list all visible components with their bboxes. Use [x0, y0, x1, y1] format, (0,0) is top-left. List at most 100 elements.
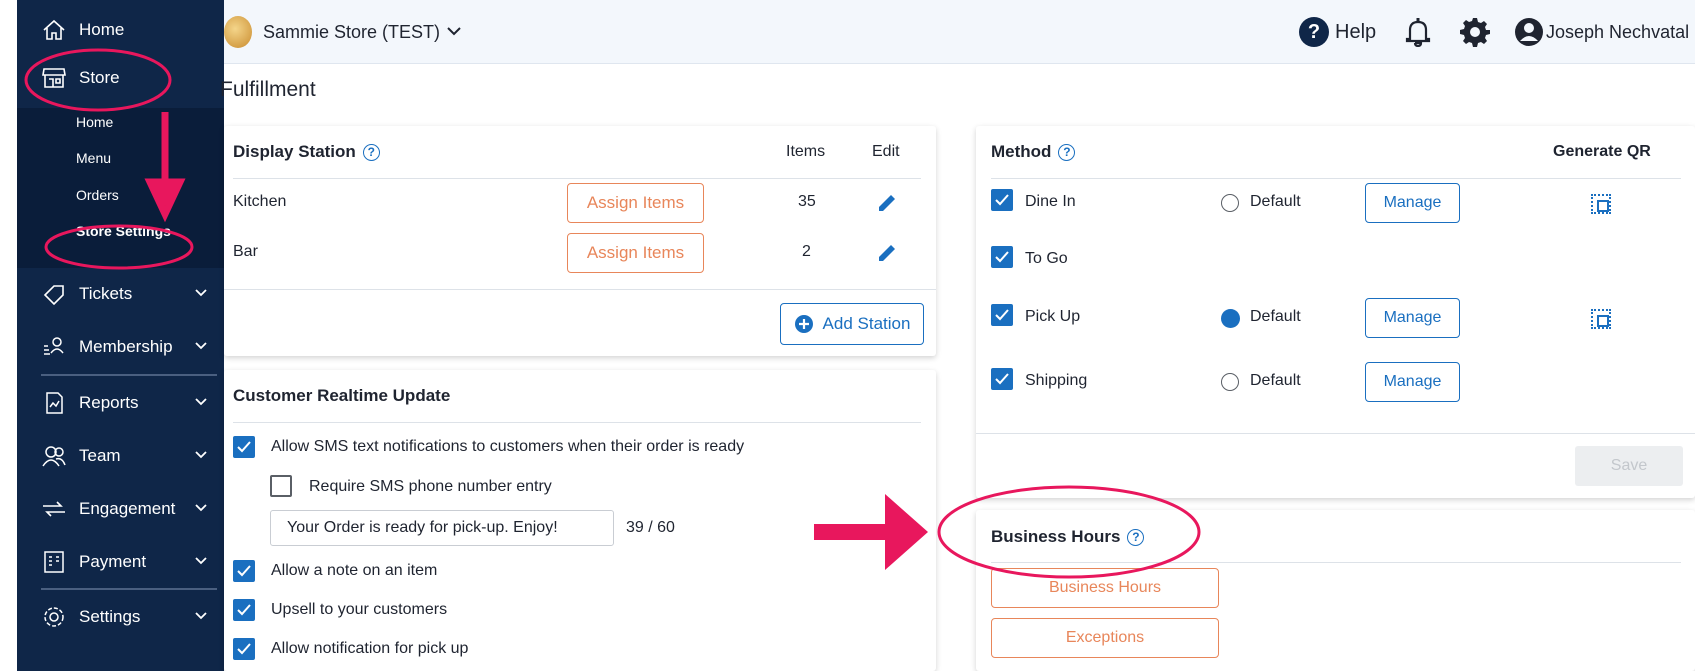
sidebar-item-store[interactable]: Store [17, 54, 224, 102]
require-sms-checkbox[interactable] [270, 475, 292, 497]
sidebar-item-label: Settings [79, 607, 141, 626]
sidebar: Home Store Home Menu Orders Store Settin… [17, 0, 224, 671]
help-button[interactable]: ? Help [1299, 17, 1376, 47]
column-header-items: Items [786, 143, 826, 160]
sidebar-item-label: Engagement [79, 499, 176, 518]
divider [976, 433, 1695, 434]
station-name: Bar [233, 243, 258, 260]
sms-message-field[interactable]: Your Order is ready for pick-up. Enjoy! [270, 510, 614, 546]
sidebar-item-label: Reports [79, 393, 139, 412]
divider [991, 178, 1681, 179]
pick-up-checkbox[interactable] [991, 304, 1013, 326]
qr-code-icon[interactable] [1591, 309, 1611, 329]
user-menu[interactable]: Joseph Nechvatal [1514, 17, 1689, 47]
card-title-text: Business Hours [991, 527, 1121, 546]
sms-checkbox[interactable] [233, 436, 255, 458]
upsell-label: Upsell to your customers [271, 601, 448, 618]
default-radio[interactable] [1221, 373, 1239, 391]
check-icon [237, 441, 251, 453]
engagement-icon [41, 497, 67, 521]
submenu-item-home[interactable]: Home [76, 114, 113, 130]
store-logo [224, 16, 252, 48]
manage-button[interactable]: Manage [1365, 183, 1460, 223]
qr-code-icon[interactable] [1591, 194, 1611, 214]
gear-icon [41, 605, 67, 629]
divider [991, 562, 1681, 563]
add-station-button[interactable]: Add Station [780, 303, 924, 345]
check-icon [995, 373, 1009, 385]
help-icon: ? [1299, 17, 1329, 47]
shipping-checkbox[interactable] [991, 368, 1013, 390]
sidebar-divider [41, 374, 217, 376]
sidebar-item-membership[interactable]: Membership [17, 323, 224, 371]
home-icon [41, 18, 67, 42]
check-icon [995, 194, 1009, 206]
upsell-checkbox[interactable] [233, 599, 255, 621]
submenu-item-menu[interactable]: Menu [76, 150, 111, 166]
pencil-icon[interactable] [876, 242, 898, 264]
method-name: To Go [1025, 250, 1068, 267]
to-go-checkbox[interactable] [991, 246, 1013, 268]
business-hours-title: Business Hours ? [991, 527, 1145, 547]
ticket-icon [41, 282, 67, 306]
manage-button[interactable]: Manage [1365, 298, 1460, 338]
sidebar-item-engagement[interactable]: Engagement [17, 485, 224, 533]
store-submenu [17, 108, 224, 268]
divider [233, 178, 921, 179]
card-title-text: Display Station [233, 142, 356, 161]
store-selector[interactable]: Sammie Store (TEST) [263, 22, 440, 43]
station-name: Kitchen [233, 193, 287, 210]
dine-in-checkbox[interactable] [991, 189, 1013, 211]
help-circle-icon[interactable]: ? [1058, 143, 1076, 161]
assign-items-button[interactable]: Assign Items [567, 233, 704, 273]
sidebar-item-tickets[interactable]: Tickets [17, 270, 224, 318]
sidebar-item-label: Membership [79, 337, 173, 356]
display-station-card: Display Station ? Items Edit Kitchen Ass… [224, 126, 936, 356]
submenu-item-orders[interactable]: Orders [76, 187, 119, 203]
char-counter: 39 / 60 [626, 519, 675, 536]
divider [224, 289, 936, 290]
default-radio[interactable] [1221, 194, 1239, 212]
reports-icon [41, 391, 67, 415]
sidebar-item-settings[interactable]: Settings [17, 593, 224, 641]
sidebar-item-label: Team [79, 446, 121, 465]
sidebar-divider [41, 588, 217, 590]
help-circle-icon[interactable]: ? [1127, 528, 1145, 546]
submenu-item-store-settings[interactable]: Store Settings [76, 223, 171, 239]
display-station-title: Display Station ? [233, 142, 380, 162]
chevron-down-icon [195, 398, 207, 406]
column-header-generate-qr: Generate QR [1553, 143, 1651, 160]
assign-items-button[interactable]: Assign Items [567, 183, 704, 223]
bell-icon[interactable] [1404, 17, 1432, 47]
check-icon [237, 643, 251, 655]
help-circle-icon[interactable]: ? [362, 143, 380, 161]
page-title: Fulfillment [220, 78, 316, 101]
check-icon [995, 309, 1009, 321]
chevron-down-icon[interactable] [446, 24, 462, 38]
save-button[interactable]: Save [1575, 446, 1683, 486]
manage-button[interactable]: Manage [1365, 362, 1460, 402]
check-icon [237, 604, 251, 616]
method-title: Method ? [991, 142, 1076, 162]
sidebar-item-home[interactable]: Home [17, 6, 224, 54]
sidebar-item-label: Payment [79, 552, 147, 571]
method-name: Dine In [1025, 193, 1076, 210]
check-icon [237, 565, 251, 577]
default-radio-selected[interactable] [1221, 309, 1240, 328]
pencil-icon[interactable] [876, 192, 898, 214]
sidebar-item-team[interactable]: Team [17, 432, 224, 480]
business-hours-button[interactable]: Business Hours [991, 568, 1219, 608]
item-note-checkbox[interactable] [233, 560, 255, 582]
sidebar-item-payment[interactable]: Payment [17, 538, 224, 586]
default-label: Default [1250, 308, 1301, 325]
station-items-count: 2 [802, 243, 811, 260]
pickup-notify-checkbox[interactable] [233, 638, 255, 660]
sidebar-item-label: Home [79, 20, 125, 39]
exceptions-button[interactable]: Exceptions [991, 618, 1219, 658]
membership-icon [41, 335, 67, 359]
default-label: Default [1250, 193, 1301, 210]
sidebar-item-reports[interactable]: Reports [17, 379, 224, 427]
gear-icon[interactable] [1460, 17, 1490, 47]
chevron-down-icon [195, 557, 207, 565]
user-name: Joseph Nechvatal [1546, 21, 1690, 42]
